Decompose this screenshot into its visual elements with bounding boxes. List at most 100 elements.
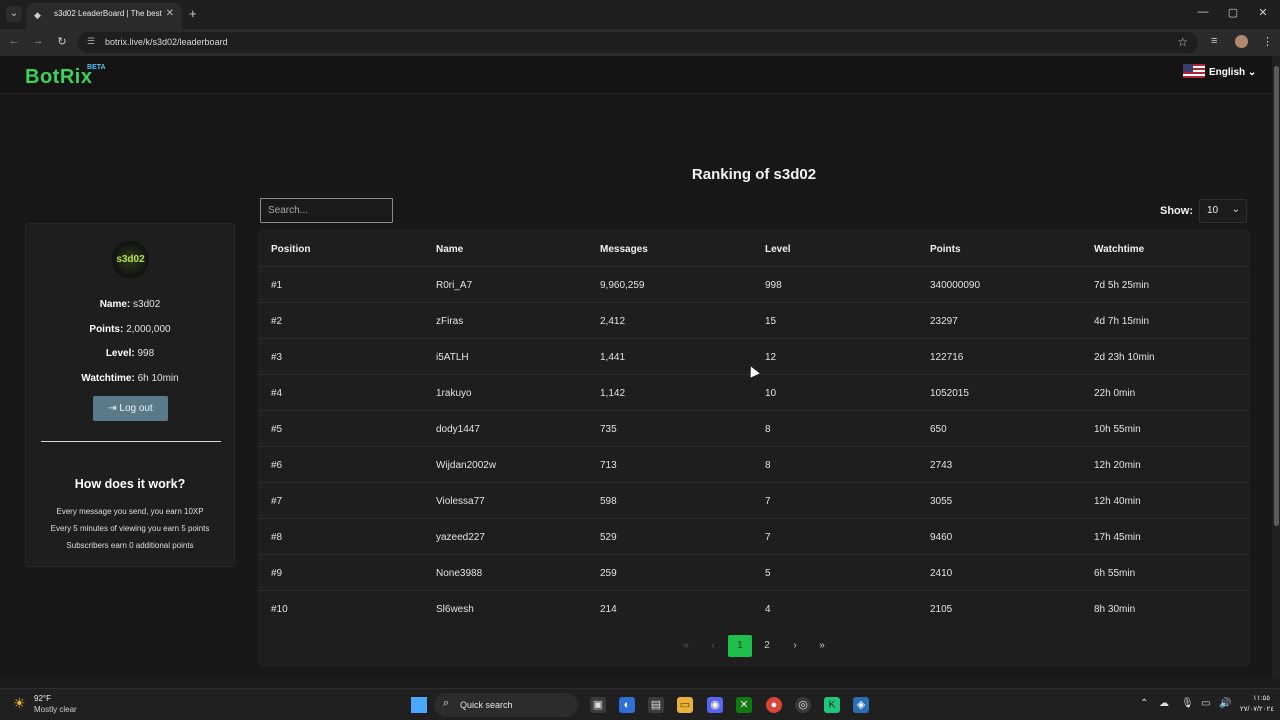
logout-label: Log out [119,403,153,414]
profile-name: Name: s3d02 [26,299,234,310]
chevron-down-icon: ⌄ [1231,204,1240,215]
cell-level: 12 [765,352,777,363]
cell-points: 9460 [930,532,953,543]
cell-watchtime: 10h 55min [1094,424,1141,435]
cell-points: 650 [930,424,947,435]
tab-search-list-icon[interactable]: ≡ [1211,35,1217,47]
cell-position: #1 [271,280,283,291]
app-icon[interactable]: ◎ [795,697,811,713]
tray-chevron-icon[interactable]: ⌃ [1140,698,1148,709]
cell-name: dody1447 [436,424,480,435]
level-value: 998 [137,348,155,359]
column-header-level[interactable]: Level [765,244,791,255]
table-row: #5 dody1447 735 8 650 10h 55min [259,411,1249,447]
site-info-icon[interactable]: ☰ [87,36,95,47]
watchtime-value: 6h 10min [137,373,179,384]
forward-icon[interactable]: → [31,35,45,47]
first-page-icon[interactable]: « [674,635,698,657]
site-header: BotRix BETA English ⌄ [0,56,1272,94]
weather-icon[interactable]: ☀ [13,695,26,712]
kick-icon[interactable]: K [824,697,840,713]
shield-icon[interactable]: ◈ [853,697,869,713]
cell-level: 5 [765,568,771,579]
taskbar-search[interactable]: ⌕ Quick search [434,693,578,717]
bookmark-star-icon[interactable]: ☆ [1177,35,1188,49]
file-explorer-icon[interactable]: ▭ [677,697,693,713]
maximize-icon[interactable]: ▢ [1226,6,1240,19]
tab-search-icon[interactable]: ⌄ [6,6,22,22]
table-row: #2 zFiras 2,412 15 23297 4d 7h 15min [259,303,1249,339]
leaderboard-table: Position Name Messages Level Points Watc… [258,230,1250,666]
store-icon[interactable]: ▤ [648,697,664,713]
volume-icon[interactable]: 🔊 [1219,698,1231,709]
how-line-messages: Every message you send, you earn 10XP [56,507,204,516]
page-size-select[interactable]: 10 ⌄ [1199,199,1247,223]
scrollbar-thumb[interactable] [1274,66,1279,526]
new-tab-icon[interactable]: + [189,6,197,21]
beta-badge: BETA [87,64,106,71]
column-header-points[interactable]: Points [930,244,961,255]
network-icon[interactable]: ▭ [1201,698,1210,709]
cell-level: 7 [765,496,771,507]
last-page-icon[interactable]: » [810,635,834,657]
clock-date[interactable]: ٢٧/٠٧/٢٠٢٤ [1240,705,1274,713]
cell-position: #6 [271,460,283,471]
taskbar-search-label: Quick search [460,700,513,710]
cell-position: #2 [271,316,283,327]
task-view-icon[interactable]: ▣ [590,697,606,713]
cell-watchtime: 8h 30min [1094,604,1136,615]
page-title: Ranking of s3d02 [691,166,817,183]
logout-button[interactable]: ⇥ Log out [93,396,168,421]
copilot-icon[interactable]: ◐ [619,697,635,713]
cell-position: #10 [271,604,288,615]
chrome-icon[interactable]: ● [766,697,782,713]
points-label: Points: [89,324,124,335]
back-icon[interactable]: ← [7,35,21,47]
weather-temperature[interactable]: 92°F [34,694,51,703]
search-input[interactable] [260,198,393,223]
next-page-icon[interactable]: › [783,635,807,657]
column-header-position[interactable]: Position [271,244,310,255]
column-header-messages[interactable]: Messages [600,244,648,255]
xbox-icon[interactable]: ✕ [736,697,752,713]
cell-messages: 1,441 [600,352,626,363]
microphone-icon[interactable]: 🎙 [1181,698,1194,709]
cell-level: 8 [765,424,771,435]
cell-watchtime: 22h 0min [1094,388,1136,399]
reload-icon[interactable]: ↻ [55,35,69,48]
page-2-button[interactable]: 2 [755,635,779,657]
weather-description[interactable]: Mostly clear [34,705,77,714]
cell-name: zFiras [436,316,464,327]
browser-menu-icon[interactable]: ⋮ [1262,35,1273,48]
minimize-icon[interactable]: — [1196,6,1210,18]
page-scrollbar[interactable] [1272,56,1280,678]
language-selector[interactable]: English ⌄ [1183,64,1256,78]
table-header: Position Name Messages Level Points Watc… [259,231,1249,267]
address-bar[interactable]: ☰ botrix.live/k/s3d02/leaderboard ☆ [78,32,1198,53]
cloud-icon[interactable]: ☁ [1159,698,1169,709]
cell-level: 10 [765,388,777,399]
cell-watchtime: 17h 45min [1094,532,1141,543]
botrix-favicon-icon: ◆ [34,10,41,20]
previous-page-icon[interactable]: ‹ [701,635,725,657]
table-row: #1 R0ri_A7 9,960,259 998 340000090 7d 5h… [259,267,1249,303]
divider [41,441,221,442]
cell-messages: 214 [600,604,617,615]
table-row: #9 None3988 259 5 2410 6h 55min [259,555,1249,591]
table-row: #7 Violessa77 598 7 3055 12h 40min [259,483,1249,519]
profile-avatar-icon[interactable] [1235,35,1248,48]
tab-close-icon[interactable]: ✕ [166,8,174,19]
page-1-button[interactable]: 1 [728,635,752,657]
windows-start-icon[interactable] [411,697,427,713]
clock-time[interactable]: ١١:٥٥ [1253,694,1270,702]
column-header-watchtime[interactable]: Watchtime [1094,244,1144,255]
cell-position: #3 [271,352,283,363]
discord-icon[interactable]: ◉ [707,697,723,713]
points-value: 2,000,000 [126,324,171,335]
botrix-logo[interactable]: BotRix [25,66,92,89]
close-window-icon[interactable]: ✕ [1256,6,1270,19]
browser-tab[interactable]: ◆ s3d02 LeaderBoard | The best C ✕ [26,3,182,29]
logout-icon: ⇥ [108,403,117,414]
url-text[interactable]: botrix.live/k/s3d02/leaderboard [105,37,228,47]
column-header-name[interactable]: Name [436,244,463,255]
